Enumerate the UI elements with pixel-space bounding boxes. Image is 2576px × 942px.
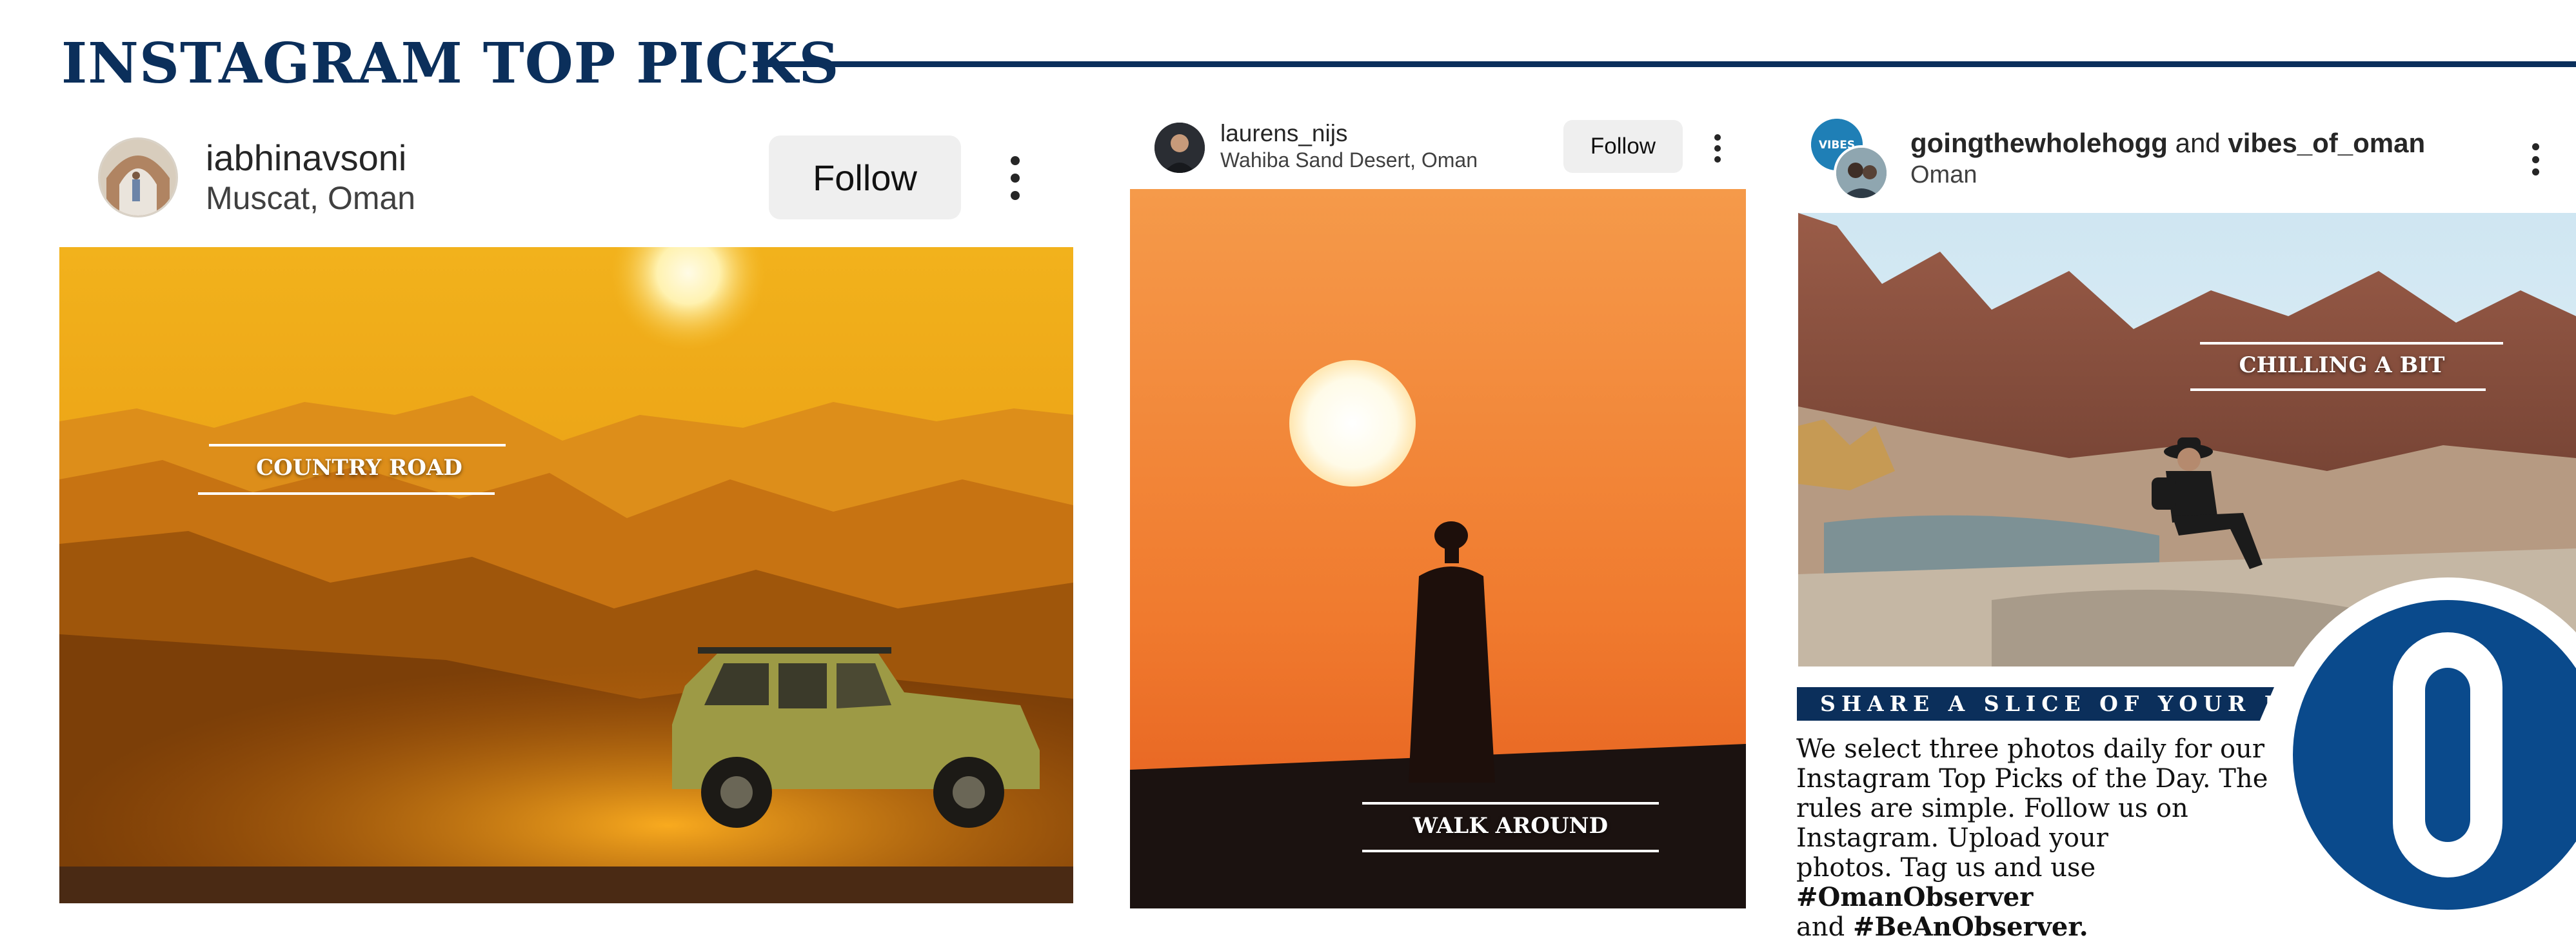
follow-button[interactable]: Follow: [1563, 120, 1683, 173]
info-banner-text: SHARE A SLICE OF YOUR LIFE: [1820, 691, 2344, 716]
info-line: photos. Tag us and use #OmanObserver: [1796, 853, 2312, 912]
location[interactable]: Oman: [1910, 161, 1977, 189]
hashtag[interactable]: #BeAnObserver.: [1853, 912, 2088, 942]
avatar[interactable]: [1154, 123, 1205, 173]
info-line: and #BeAnObserver.: [1796, 912, 2312, 942]
avatar-secondary[interactable]: [1834, 145, 1889, 201]
location[interactable]: Muscat, Oman: [206, 179, 415, 217]
post-photo[interactable]: WALK AROUND: [1130, 189, 1746, 908]
username[interactable]: iabhinavsoni: [206, 137, 406, 179]
title-rule: [753, 61, 2576, 67]
avatar-icon: [100, 139, 176, 215]
avatar[interactable]: [98, 137, 178, 217]
avatar-icon: [1154, 123, 1205, 173]
location[interactable]: Wahiba Sand Desert, Oman: [1220, 148, 1478, 172]
avatar-icon: [1836, 148, 1887, 198]
caption-line: [1362, 802, 1659, 805]
photo-caption: CHILLING A BIT: [2239, 352, 2445, 378]
post-card-1: iabhinavsoni Muscat, Oman Follow COUNTRY…: [59, 129, 1073, 903]
more-vertical-icon[interactable]: [1010, 156, 1020, 200]
follow-button[interactable]: Follow: [769, 135, 961, 219]
info-text: photos. Tag us and use: [1796, 853, 2096, 883]
desert-sunset-image: [59, 247, 1073, 903]
username[interactable]: goingthewholehogg: [1910, 128, 2168, 158]
more-vertical-icon[interactable]: [2531, 143, 2539, 175]
photo-caption: COUNTRY ROAD: [256, 455, 462, 481]
observer-logo-icon: O: [2270, 577, 2576, 917]
caption-line: [2200, 342, 2503, 345]
caption-line: [2190, 388, 2486, 391]
username[interactable]: laurens_nijs: [1220, 120, 1347, 147]
post-photo[interactable]: COUNTRY ROAD: [59, 247, 1073, 903]
section-title: INSTAGRAM TOP PICKS: [61, 31, 840, 96]
hashtag[interactable]: #OmanObserver: [1796, 882, 2033, 912]
caption-line: [1362, 850, 1659, 852]
info-line: We select three photos daily for our: [1796, 734, 2264, 764]
and-text: and: [2175, 128, 2221, 158]
caption-line: [198, 492, 495, 495]
caption-line: [209, 444, 506, 446]
logo-badge: [2270, 577, 2576, 917]
info-text: and: [1796, 912, 1853, 942]
photo-caption: WALK AROUND: [1412, 813, 1609, 839]
info-body: We select three photos daily for our Ins…: [1796, 734, 2312, 942]
post-card-2: laurens_nijs Wahiba Sand Desert, Oman Fo…: [1130, 116, 1746, 908]
more-vertical-icon[interactable]: [1714, 134, 1721, 163]
collab-username[interactable]: vibes_of_oman: [2228, 128, 2425, 158]
info-line: rules are simple. Follow us on: [1796, 794, 2188, 823]
info-line: Instagram Top Picks of the Day. The: [1796, 764, 2268, 794]
info-line: Instagram. Upload your: [1796, 823, 2108, 853]
desert-silhouette-image: [1130, 189, 1746, 908]
username-line: goingthewholehogg and vibes_of_oman: [1910, 128, 2425, 159]
